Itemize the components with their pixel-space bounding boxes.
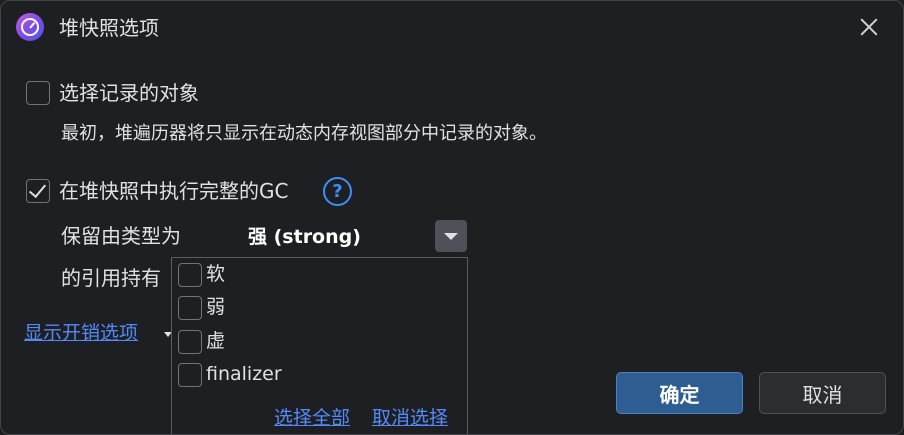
popup-item-label[interactable]: 软 xyxy=(206,261,225,287)
dialog-title: 堆快照选项 xyxy=(59,16,159,40)
reference-type-dropdown-button[interactable] xyxy=(435,220,467,252)
reference-type-popup: 软 弱 虚 finalizer 选择全部 取消选择 xyxy=(171,257,468,434)
full-gc-checkbox[interactable] xyxy=(26,179,50,203)
help-icon[interactable]: ? xyxy=(323,177,352,206)
show-overhead-options-link[interactable]: 显示开销选项 xyxy=(24,320,138,346)
popup-item-checkbox[interactable] xyxy=(178,296,202,320)
select-recorded-objects-label: 选择记录的对象 xyxy=(59,81,199,105)
popup-item-label[interactable]: finalizer xyxy=(206,361,282,387)
ok-button[interactable]: 确定 xyxy=(616,372,743,414)
retain-label-line1: 保留由类型为 xyxy=(61,224,181,248)
popup-item-label[interactable]: 虚 xyxy=(206,328,225,354)
select-all-link[interactable]: 选择全部 xyxy=(274,405,350,431)
cancel-button[interactable]: 取消 xyxy=(759,372,886,414)
popup-item-label[interactable]: 弱 xyxy=(206,294,225,320)
popup-item-checkbox[interactable] xyxy=(178,263,202,287)
reference-type-select-value[interactable]: 强 (strong) xyxy=(248,223,361,251)
popup-item-checkbox[interactable] xyxy=(178,330,202,354)
select-recorded-objects-description: 最初，堆遍历器将只显示在动态内存视图部分中记录的对象。 xyxy=(61,123,547,144)
retain-label-line2: 的引用持有 xyxy=(61,266,161,290)
deselect-all-link[interactable]: 取消选择 xyxy=(372,405,448,431)
full-gc-label: 在堆快照中执行完整的GC xyxy=(59,179,289,203)
select-recorded-objects-checkbox[interactable] xyxy=(26,81,50,105)
popup-item-checkbox[interactable] xyxy=(178,363,202,387)
close-icon[interactable] xyxy=(853,11,885,43)
profiler-app-icon xyxy=(16,13,44,41)
heap-snapshot-options-dialog: 堆快照选项 选择记录的对象 最初，堆遍历器将只显示在动态内存视图部分中记录的对象… xyxy=(0,0,904,435)
